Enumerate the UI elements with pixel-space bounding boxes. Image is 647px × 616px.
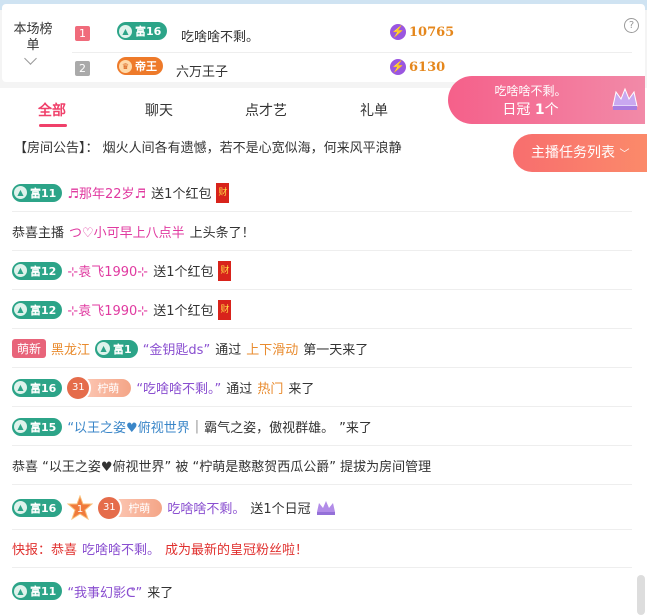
tab-talent[interactable]: 点才艺	[245, 100, 287, 120]
user-name[interactable]: “以王之姿♥俯视世界	[67, 417, 189, 436]
lightning-icon: ⚡	[390, 24, 406, 40]
king-level-badge: ♛ 帝王	[117, 57, 163, 75]
fan-club-badge: 31 柠萌	[65, 374, 132, 401]
chat-message: ▲ 富11 ♬那年22岁♬ 送1个红包 财	[12, 174, 632, 212]
red-envelope-icon: 财	[218, 260, 232, 281]
tab-all[interactable]: 全部	[38, 100, 66, 120]
rank-label[interactable]: 本场榜单	[12, 22, 54, 54]
message-text: 恭喜主播	[12, 226, 65, 241]
fan-club-badge: 31 柠萌	[96, 494, 163, 521]
message-text: 上头条了！	[189, 226, 255, 241]
message-text: 成为最新的皇冠粉丝啦！	[165, 543, 309, 558]
chat-area: 【房间公告】： 烟火人间各有遗憾，若不是心宽似海，何来风平浪静 ▲ 富11 ♬那年…	[0, 128, 647, 616]
rank-score: ⚡ 10765	[390, 24, 455, 40]
chat-message: 恭喜 “以王之姿♥俯视世界” 被 “柠萌是憨憨贺西瓜公爵” 提拔为房间管理	[12, 447, 632, 485]
message-text: 通过	[226, 382, 253, 397]
message-text: 来了	[288, 382, 315, 397]
star-badge-icon: 1	[67, 494, 94, 520]
rank-score: ⚡ 6130	[390, 59, 446, 75]
rich-level-badge: ▲ 富16	[12, 498, 63, 517]
level-icon: ▲	[14, 381, 27, 394]
level-icon: ▲	[14, 303, 27, 316]
level-icon: ▲	[14, 420, 27, 433]
king-icon: ♛	[119, 59, 132, 73]
crown-popup[interactable]: 吃啥啥不剩。 日冠 1个	[448, 76, 645, 124]
rich-level-badge: ▲ 富16	[117, 22, 168, 40]
crown-user-name: 吃啥啥不剩。	[494, 84, 567, 98]
entry-source: 热门	[257, 382, 284, 397]
message-text: 第一天来了	[303, 343, 369, 358]
message-text: 通过	[215, 343, 242, 358]
chevron-down-icon[interactable]	[24, 52, 37, 65]
location-text: 黑龙江	[51, 343, 91, 358]
user-name[interactable]: 吃啥啥不剩。	[167, 498, 245, 517]
user-name[interactable]: ⊹袁飞1990⊹	[67, 300, 148, 319]
chat-message: ▲ 富12 ⊹袁飞1990⊹ 送1个红包 财	[12, 291, 632, 329]
user-name[interactable]: つ♡小可早上八点半	[69, 222, 185, 241]
entry-source: 上下滑动	[246, 343, 299, 358]
separator: |	[194, 419, 200, 434]
message-text: 送1个红包	[151, 187, 212, 202]
rank-panel: 本场榜单 1 ▲ 富16 吃啥啥不剩。 ⚡ 10765 2 ♛ 帝王 六万王子 ⚡ 61…	[2, 4, 645, 82]
user-name[interactable]: ♬那年22岁♬	[67, 183, 146, 202]
rank-user-name[interactable]: 六万王子	[176, 61, 228, 80]
tab-gift-list[interactable]: 礼单	[360, 100, 388, 120]
rich-level-badge: ▲ 富12	[12, 261, 63, 280]
anchor-task-list-button[interactable]: 主播任务列表 ﹀	[513, 134, 647, 172]
rich-level-badge: ▲ 富11	[12, 183, 63, 202]
lightning-icon: ⚡	[390, 59, 406, 75]
message-text: 恭喜 “以王之姿♥俯视世界” 被 “柠萌是憨憨贺西瓜公爵” 提拔为房间管理	[12, 460, 432, 475]
level-icon: ▲	[14, 186, 27, 199]
chat-message: ▲ 富16 1 31 柠萌 吃啥啥不剩。 送1个日冠	[12, 486, 632, 530]
user-name[interactable]: ⊹袁飞1990⊹	[67, 261, 148, 280]
user-name[interactable]: “我事幻影ᕦ”	[67, 582, 142, 601]
chevron-down-icon: ﹀	[619, 149, 630, 160]
chat-message: ▲ 富15 “以王之姿♥俯视世界 | 霸气之姿，傲视群雄。 ”来了	[12, 408, 632, 446]
rank-number: 1	[75, 26, 90, 41]
rich-level-badge: ▲ 富15	[12, 417, 63, 436]
svg-text:1: 1	[77, 504, 83, 515]
level-icon: ▲	[119, 24, 132, 38]
chat-scrollbar[interactable]	[637, 575, 645, 615]
level-icon: ▲	[97, 342, 111, 355]
tab-chat[interactable]: 聊天	[145, 100, 173, 120]
chat-message: ▲ 富16 31 柠萌 “吃啥啥不剩。” 通过 热门 来了	[12, 369, 632, 407]
message-text: 送1个红包	[153, 304, 214, 319]
help-icon[interactable]: ?	[624, 18, 639, 33]
rich-level-badge: ▲ 富1	[95, 339, 138, 358]
chat-message: ▲ 富11 “我事幻影ᕦ” 来了	[12, 572, 632, 610]
user-name[interactable]: 吃啥啥不剩。	[82, 539, 160, 558]
chat-message: 萌新 黑龙江 ▲ 富1 “金钥匙ds” 通过 上下滑动 第一天来了	[12, 330, 632, 368]
tab-underline	[39, 124, 67, 127]
crown-icon	[612, 87, 638, 110]
rich-level-badge: ▲ 富11	[12, 582, 63, 600]
rich-level-badge: ▲ 富16	[12, 378, 63, 397]
user-name[interactable]: “金钥匙ds”	[143, 339, 211, 358]
user-name[interactable]: “吃啥啥不剩。”	[136, 378, 221, 397]
message-text: 来了	[147, 585, 174, 601]
red-envelope-icon: 财	[216, 182, 230, 203]
crown-count: 日冠 1个	[502, 102, 559, 118]
red-envelope-icon: 财	[218, 299, 232, 320]
rank-user-name[interactable]: 吃啥啥不剩。	[181, 26, 259, 45]
rich-level-badge: ▲ 富12	[12, 300, 63, 319]
divider	[72, 52, 632, 53]
level-icon: ▲	[14, 501, 27, 514]
message-text: 送1个日冠	[250, 502, 311, 517]
level-icon: ▲	[14, 264, 27, 277]
room-notice: 【房间公告】： 烟火人间各有遗憾，若不是心宽似海，何来风平浪静	[14, 141, 402, 156]
rank-number: 2	[75, 61, 90, 76]
newbie-tag: 萌新	[12, 339, 47, 358]
chat-message: 恭喜主播 つ♡小可早上八点半 上头条了！	[12, 213, 632, 251]
chat-message: 快报：恭喜 吃啥啥不剩。 成为最新的皇冠粉丝啦！	[12, 530, 632, 568]
message-text: ”来了	[339, 421, 372, 436]
crown-icon	[316, 500, 335, 515]
message-text: 快报：恭喜	[12, 543, 78, 558]
level-icon: ▲	[14, 584, 27, 598]
user-signature: 霸气之姿，傲视群雄。	[204, 421, 335, 436]
rank-row[interactable]: 1 ▲ 富16 吃啥啥不剩。 ⚡ 10765	[72, 21, 632, 47]
chat-message: ▲ 富12 ⊹袁飞1990⊹ 送1个红包 财	[12, 252, 632, 290]
message-text: 送1个红包	[153, 265, 214, 280]
